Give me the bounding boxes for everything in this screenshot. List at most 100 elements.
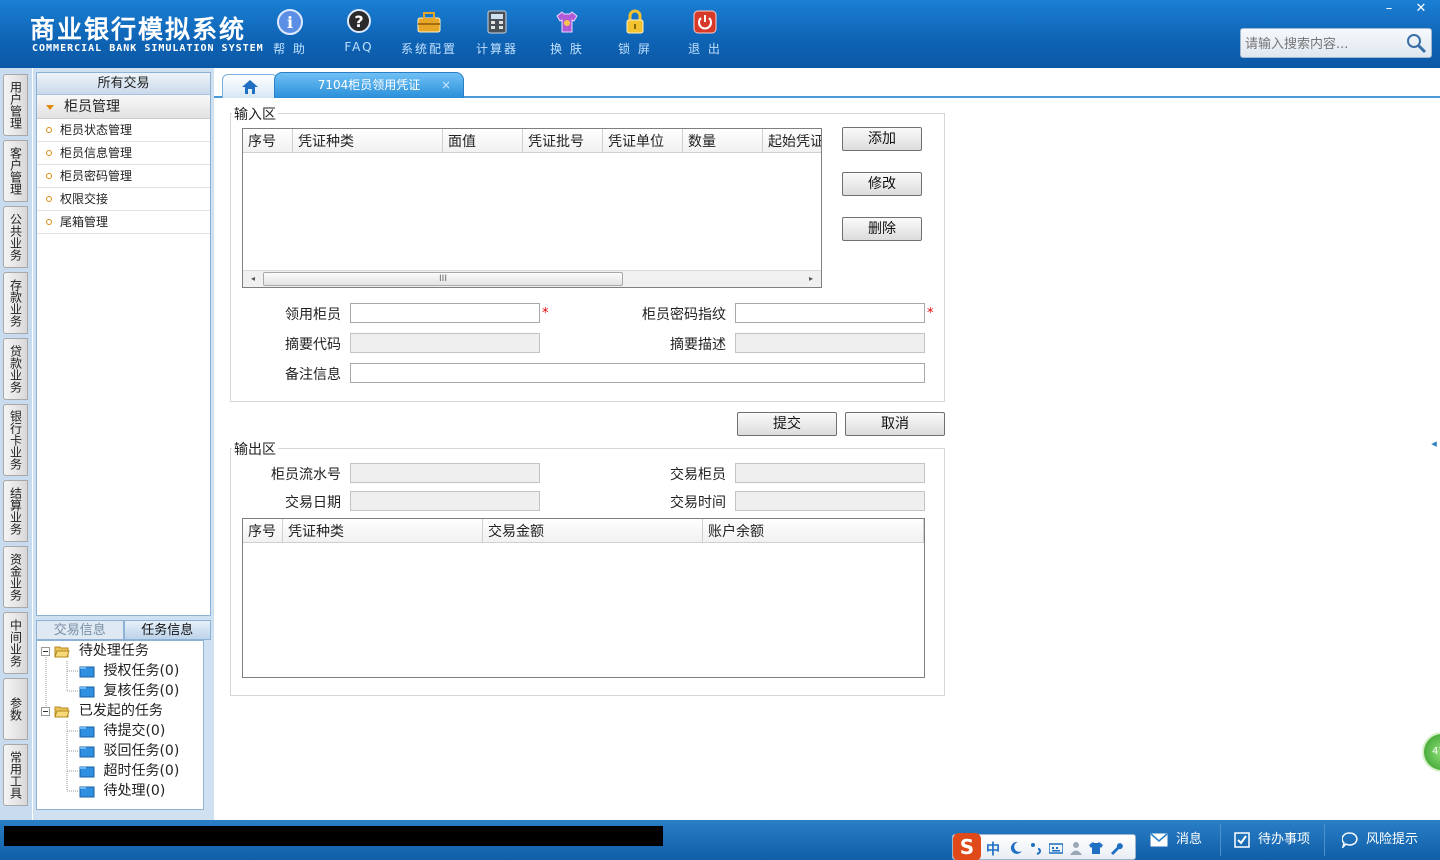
close-window-button[interactable]: ✕ xyxy=(1406,0,1436,18)
todo-status[interactable]: 待办事项 xyxy=(1234,826,1310,854)
vtab-fund-business[interactable]: 资金业务 xyxy=(3,546,28,608)
keyboard-icon[interactable] xyxy=(1049,841,1063,855)
vtab-loan-business[interactable]: 贷款业务 xyxy=(3,338,28,400)
scroll-thumb[interactable]: III xyxy=(263,272,623,286)
user-icon[interactable] xyxy=(1069,841,1083,855)
skin-shirt-icon[interactable] xyxy=(1089,841,1103,855)
vtab-user-management[interactable]: 用户管理 xyxy=(3,74,28,136)
vtab-deposit-business[interactable]: 存款业务 xyxy=(3,272,28,334)
submit-button[interactable]: 提交 xyxy=(737,412,837,436)
remark-input[interactable] xyxy=(350,363,925,383)
toolbar-calculator[interactable]: 计算器 xyxy=(467,8,527,57)
message-label: 消息 xyxy=(1176,832,1203,847)
module-tabs: 用户管理 客户管理 公共业务 存款业务 贷款业务 银行卡业务 结算业务 资金业务… xyxy=(0,68,32,820)
column-header[interactable]: 面值 xyxy=(443,129,523,153)
tab-home[interactable] xyxy=(222,74,278,98)
tree-node-authorization-tasks[interactable]: 授权任务(0) xyxy=(79,661,179,681)
vtab-intermediate-business[interactable]: 中间业务 xyxy=(3,612,28,674)
status-bar: S 中 消息 待办事项 风险提示 xyxy=(0,820,1440,860)
summary-code-input[interactable] xyxy=(350,333,540,353)
tree-node-initiated-tasks[interactable]: 已发起的任务 xyxy=(41,701,163,721)
vtab-common-tools[interactable]: 常用工具 xyxy=(3,744,28,806)
column-header[interactable]: 交易金额 xyxy=(483,519,703,543)
column-header[interactable]: 凭证单位 xyxy=(603,129,683,153)
menu-item-teller-password[interactable]: 柜员密码管理 xyxy=(37,165,210,188)
column-header[interactable]: 起始凭证 xyxy=(763,129,821,153)
summary-desc-input[interactable] xyxy=(735,333,925,353)
column-header[interactable]: 序号 xyxy=(243,519,283,543)
menu-item-tail-box[interactable]: 尾箱管理 xyxy=(37,211,210,234)
tree-node-label: 待处理任务 xyxy=(78,643,149,659)
toolbar-lock[interactable]: 锁 屏 xyxy=(605,8,665,57)
ime-toolbar[interactable]: S 中 xyxy=(952,833,1136,860)
tree-node-pending-tasks[interactable]: 待处理任务 xyxy=(41,641,149,661)
collapse-side-icon[interactable]: ◂ xyxy=(1428,420,1440,468)
vtab-settlement-business[interactable]: 结算业务 xyxy=(3,480,28,542)
toolbar-exit[interactable]: 退 出 xyxy=(675,8,735,57)
password-fingerprint-label: 柜员密码指纹 xyxy=(642,307,726,323)
toolbar-calculator-label: 计算器 xyxy=(475,42,518,56)
transaction-menu: 所有交易 柜员管理 柜员状态管理 柜员信息管理 柜员密码管理 权限交接 尾箱管理 xyxy=(36,72,211,616)
svg-text:?: ? xyxy=(354,12,363,31)
ime-mode-label[interactable]: 中 xyxy=(986,839,1000,859)
minimize-button[interactable]: – xyxy=(1374,0,1404,18)
add-button[interactable]: 添加 xyxy=(842,127,922,151)
collapse-icon[interactable] xyxy=(41,646,50,656)
scroll-left-icon[interactable]: ◂ xyxy=(245,271,261,287)
delete-button[interactable]: 删除 xyxy=(842,217,922,241)
column-header[interactable]: 账户余额 xyxy=(703,519,924,543)
trade-time-output[interactable] xyxy=(735,491,925,511)
voucher-input-grid: 序号 凭证种类 面值 凭证批号 凭证单位 数量 起始凭证 ◂ III ▸ xyxy=(242,128,822,288)
tree-node-to-submit[interactable]: 待提交(0) xyxy=(79,721,165,741)
risk-status[interactable]: 风险提示 xyxy=(1342,826,1418,854)
search-icon[interactable] xyxy=(1405,32,1427,54)
collapse-icon[interactable] xyxy=(41,706,50,716)
menu-item-permission-handover[interactable]: 权限交接 xyxy=(37,188,210,211)
vtab-public-business[interactable]: 公共业务 xyxy=(3,206,28,268)
checkbox-icon xyxy=(1234,831,1250,848)
column-header[interactable]: 凭证种类 xyxy=(293,129,443,153)
tab-task-info[interactable]: 任务信息 xyxy=(123,620,211,640)
toolbar-faq[interactable]: ? FAQ xyxy=(329,8,389,54)
column-header[interactable]: 凭证批号 xyxy=(523,129,603,153)
tab-7104-teller-voucher[interactable]: 7104柜员领用凭证 × xyxy=(274,72,464,98)
column-header[interactable]: 凭证种类 xyxy=(283,519,483,543)
tree-node-rejected-tasks[interactable]: 驳回任务(0) xyxy=(79,741,179,761)
menu-group-teller-management[interactable]: 柜员管理 xyxy=(37,95,210,119)
scroll-right-icon[interactable]: ▸ xyxy=(803,271,819,287)
modify-button[interactable]: 修改 xyxy=(842,172,922,196)
trade-teller-output[interactable] xyxy=(735,463,925,483)
vtab-customer-management[interactable]: 客户管理 xyxy=(3,140,28,202)
column-header[interactable]: 序号 xyxy=(243,129,293,153)
column-header[interactable]: 数量 xyxy=(683,129,763,153)
toolbar-skin[interactable]: 换 肤 xyxy=(537,8,597,57)
tree-node-review-tasks[interactable]: 复核任务(0) xyxy=(79,681,179,701)
tree-node-to-process[interactable]: 待处理(0) xyxy=(79,781,165,801)
toolbar-config[interactable]: 系统配置 xyxy=(399,8,459,57)
bullet-icon xyxy=(46,150,52,156)
tab-transaction-info[interactable]: 交易信息 xyxy=(36,620,124,640)
search-input[interactable] xyxy=(1245,34,1405,54)
all-transactions-title[interactable]: 所有交易 xyxy=(37,73,210,95)
message-status[interactable]: 消息 xyxy=(1150,826,1202,854)
moon-icon[interactable] xyxy=(1009,841,1023,855)
output-area-legend: 输出区 xyxy=(232,439,278,459)
vtab-parameters[interactable]: 参数 xyxy=(3,678,28,740)
tree-node-timeout-tasks[interactable]: 超时任务(0) xyxy=(79,761,179,781)
tab-bar: 7104柜员领用凭证 × xyxy=(214,68,1440,98)
cancel-button[interactable]: 取消 xyxy=(845,412,945,436)
toolbar-faq-label: FAQ xyxy=(344,40,374,54)
horizontal-scrollbar[interactable]: ◂ III ▸ xyxy=(243,270,821,287)
password-fingerprint-input[interactable] xyxy=(735,303,925,323)
trade-date-output[interactable] xyxy=(350,491,540,511)
serial-output[interactable] xyxy=(350,463,540,483)
vtab-bank-card-business[interactable]: 银行卡业务 xyxy=(3,404,28,476)
app-subtitle: COMMERCIAL BANK SIMULATION SYSTEM xyxy=(32,43,264,54)
wrench-icon[interactable] xyxy=(1109,841,1123,855)
teller-input[interactable] xyxy=(350,303,540,323)
toolbar-help[interactable]: i 帮 助 xyxy=(260,8,320,57)
menu-item-teller-info[interactable]: 柜员信息管理 xyxy=(37,142,210,165)
punctuation-icon[interactable] xyxy=(1029,841,1043,855)
tab-close-icon[interactable]: × xyxy=(441,73,451,97)
menu-item-teller-status[interactable]: 柜员状态管理 xyxy=(37,119,210,142)
